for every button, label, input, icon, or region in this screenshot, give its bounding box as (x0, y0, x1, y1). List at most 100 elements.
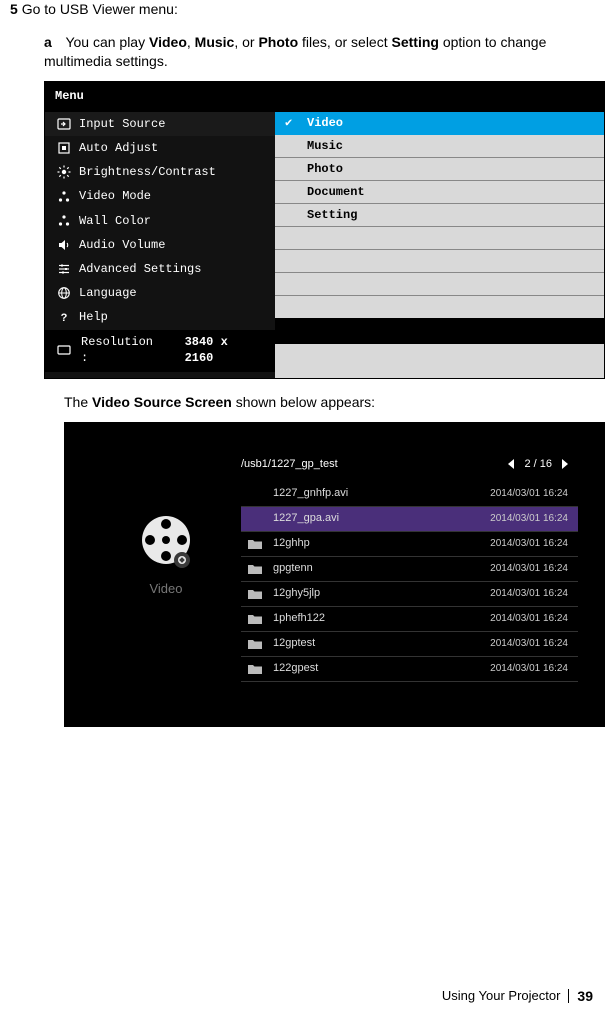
menu-item-label: Auto Adjust (79, 140, 158, 156)
menu-title: Menu (45, 82, 604, 112)
page-footer: Using Your Projector 39 (0, 987, 615, 1022)
dots-icon (57, 214, 71, 228)
submenu-empty (275, 250, 604, 273)
menu-item-input-source[interactable]: Input Source (45, 112, 275, 136)
menu-item-brightness[interactable]: Brightness/Contrast (45, 160, 275, 184)
file-row[interactable]: 12ghy5jlp 2014/03/01 16:24 (241, 582, 578, 607)
file-row[interactable]: 1phefh122 2014/03/01 16:24 (241, 607, 578, 632)
mid-bold: Video Source Screen (92, 394, 232, 410)
substep-sep2: , or (234, 34, 258, 50)
file-name: 1227_gnhfp.avi (273, 486, 348, 501)
menu-item-label: Help (79, 309, 108, 325)
sliders-icon (57, 262, 71, 276)
speaker-icon (57, 238, 71, 252)
submenu-label: Setting (307, 207, 357, 223)
file-row[interactable]: 12gptest 2014/03/01 16:24 (241, 632, 578, 657)
menu-item-label: Video Mode (79, 188, 151, 204)
video-path: /usb1/1227_gp_test (241, 457, 338, 472)
file-date: 2014/03/01 16:24 (490, 537, 568, 551)
footer-page-number: 39 (577, 987, 593, 1006)
file-name: gpgtenn (273, 561, 313, 576)
substep-setting: Setting (392, 34, 439, 50)
folder-icon (247, 663, 263, 675)
submenu-music[interactable]: Music (275, 135, 604, 158)
menu-item-label: Advanced Settings (79, 261, 201, 277)
menu-item-label: Brightness/Contrast (79, 164, 216, 180)
check-icon: ✔ (285, 115, 299, 131)
folder-icon (247, 638, 263, 650)
step-text: Go to USB Viewer menu: (22, 1, 178, 17)
submenu-label: Photo (307, 161, 343, 177)
file-date: 2014/03/01 16:24 (490, 587, 568, 601)
file-date: 2014/03/01 16:24 (490, 612, 568, 626)
menu-item-label: Input Source (79, 116, 165, 132)
file-date: 2014/03/01 16:24 (490, 512, 568, 526)
mid-paragraph: The Video Source Screen shown below appe… (64, 393, 605, 412)
resolution-icon (57, 343, 71, 357)
footer-section: Using Your Projector (442, 987, 561, 1005)
submenu-label: Document (307, 184, 365, 200)
footer-divider (568, 989, 569, 1003)
file-row[interactable]: gpgtenn 2014/03/01 16:24 (241, 557, 578, 582)
file-date: 2014/03/01 16:24 (490, 637, 568, 651)
step-line: 5 Go to USB Viewer menu: (10, 0, 605, 19)
pager-prev-icon[interactable] (508, 459, 514, 469)
submenu-empty (275, 227, 604, 250)
file-name: 12gptest (273, 636, 315, 651)
file-row[interactable]: 122gpest 2014/03/01 16:24 (241, 657, 578, 682)
substep-video: Video (149, 34, 187, 50)
video-source-screenshot: /usb1/1227_gp_test 2 / 16 (64, 422, 605, 727)
file-date: 2014/03/01 16:24 (490, 562, 568, 576)
file-row-selected[interactable]: 1227_gpa.avi 2014/03/01 16:24 (241, 507, 578, 532)
menu-right-footer (275, 318, 604, 344)
submenu-video[interactable]: ✔ Video (275, 112, 604, 135)
help-icon: ? (57, 310, 71, 324)
file-row[interactable]: 12ghhp 2014/03/01 16:24 (241, 532, 578, 557)
video-left-label: Video (149, 580, 182, 598)
globe-icon (57, 286, 71, 300)
folder-icon (247, 588, 263, 600)
submenu-label: Video (307, 115, 343, 131)
menu-item-auto-adjust[interactable]: Auto Adjust (45, 136, 275, 160)
substep-sep1: , (187, 34, 195, 50)
substep: a You can play Video, Music, or Photo fi… (44, 33, 605, 71)
file-date: 2014/03/01 16:24 (490, 662, 568, 676)
menu-item-label: Language (79, 285, 137, 301)
svg-text:?: ? (61, 312, 68, 324)
mid-post: shown below appears: (232, 394, 375, 410)
menu-item-label: Wall Color (79, 213, 151, 229)
submenu-document[interactable]: Document (275, 181, 604, 204)
submenu-photo[interactable]: Photo (275, 158, 604, 181)
menu-item-label: Audio Volume (79, 237, 165, 253)
resolution-line: Resolution : 3840 x 2160 (45, 330, 275, 372)
menu-item-video-mode[interactable]: Video Mode (45, 184, 275, 208)
menu-left-panel: Input Source Auto Adjust Brightness/Cont… (45, 112, 275, 378)
resolution-value: 3840 x 2160 (185, 334, 263, 366)
video-pager: 2 / 16 (508, 457, 568, 472)
substep-mid: files, or select (298, 34, 391, 50)
pager-next-icon[interactable] (562, 459, 568, 469)
menu-item-wall-color[interactable]: Wall Color (45, 209, 275, 233)
menu-item-language[interactable]: Language (45, 281, 275, 305)
substep-music: Music (195, 34, 235, 50)
step-number: 5 (10, 1, 18, 17)
mid-pre: The (64, 394, 92, 410)
menu-screenshot: Menu Input Source Auto Adjust (44, 81, 605, 379)
menu-right-panel: ✔ Video Music Photo Document Setti (275, 112, 604, 378)
submenu-setting[interactable]: Setting (275, 204, 604, 227)
substep-photo: Photo (258, 34, 298, 50)
menu-item-advanced[interactable]: Advanced Settings (45, 257, 275, 281)
file-name: 1phefh122 (273, 611, 325, 626)
adjust-icon (57, 141, 71, 155)
folder-icon (247, 563, 263, 575)
substep-letter: a (44, 34, 52, 50)
file-row[interactable]: 1227_gnhfp.avi 2014/03/01 16:24 (241, 482, 578, 507)
folder-icon (247, 538, 263, 550)
menu-item-help[interactable]: ? Help (45, 305, 275, 329)
pager-text: 2 / 16 (524, 457, 552, 472)
video-file-list: 1227_gnhfp.avi 2014/03/01 16:24 1227_gpa… (241, 482, 578, 682)
file-date: 2014/03/01 16:24 (490, 487, 568, 501)
video-left-panel: Video (91, 482, 241, 682)
submenu-label: Music (307, 138, 343, 154)
menu-item-audio-volume[interactable]: Audio Volume (45, 233, 275, 257)
